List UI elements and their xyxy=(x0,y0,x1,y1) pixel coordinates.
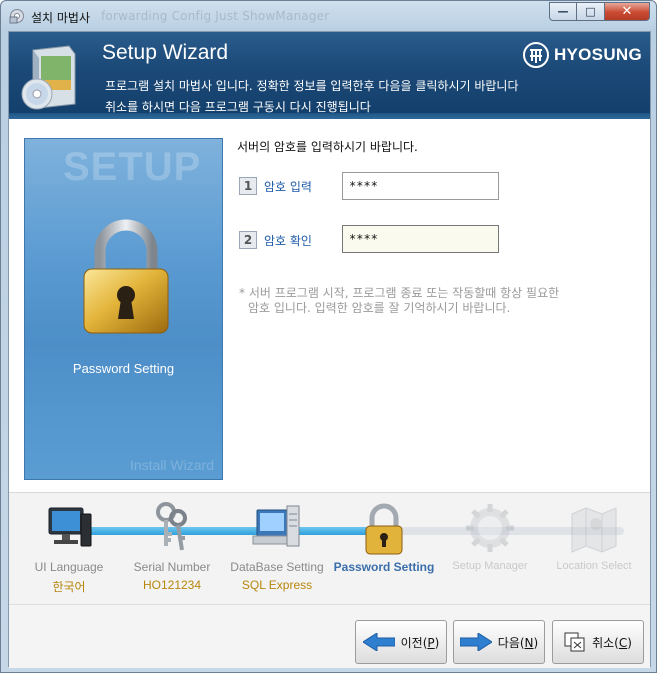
background-window-title: forwarding Config Just ShowManager xyxy=(101,9,330,23)
app-icon xyxy=(9,9,24,24)
password-confirm-label: 암호 확인 xyxy=(264,233,312,248)
installer-window: 설치 마법사 forwarding Config Just ShowManage… xyxy=(0,0,657,673)
note-line-2: 암호 입니다. 입력한 암호를 잘 기억하시기 바랍니다. xyxy=(248,301,511,315)
password-confirm-row: 2 암호 확인 xyxy=(239,231,344,249)
header-title: Setup Wizard xyxy=(102,41,229,64)
step-location-select: Location Select xyxy=(539,500,649,576)
step-name: UI Language xyxy=(34,560,104,574)
window-controls: — □ ✕ xyxy=(549,2,650,21)
note-line-1: * 서버 프로그램 시작, 프로그램 종료 또는 작동할때 항상 필요한 xyxy=(239,286,560,300)
setup-watermark: SETUP xyxy=(63,145,202,189)
wizard-client: Setup Wizard 프로그램 설치 마법사 입니다. 정확한 정보를 입력… xyxy=(8,31,651,668)
step-database-setting: DataBase Setting SQL Express xyxy=(222,500,332,592)
step-name: Serial Number xyxy=(133,560,211,574)
hyosung-logo-icon xyxy=(522,42,549,68)
maximize-icon: □ xyxy=(585,5,596,18)
map-icon xyxy=(571,507,617,553)
field-number: 1 xyxy=(239,177,257,195)
software-box-icon xyxy=(21,45,76,110)
cancel-button[interactable]: 취소(C) xyxy=(552,620,644,664)
step-name: DataBase Setting xyxy=(230,560,324,574)
title-bar[interactable]: 설치 마법사 forwarding Config Just ShowManage… xyxy=(1,1,656,31)
install-wizard-watermark: Install Wizard xyxy=(129,457,214,473)
step-password-setting: Password Setting xyxy=(329,500,439,578)
gear-globe-icon xyxy=(466,504,514,552)
step-setup-manager: Setup Manager xyxy=(435,500,545,576)
header-cancel-note: 취소를 하시면 다음 프로그램 구동시 다시 진행됩니다 xyxy=(105,100,371,114)
setup-panel: SETUP Password Setting Install Wizard xyxy=(24,138,223,480)
cancel-label: 취소(C) xyxy=(592,635,632,650)
arrow-right-icon xyxy=(459,633,492,651)
password-row: 1 암호 입력 xyxy=(239,177,344,195)
step-value: 한국어 xyxy=(52,580,86,594)
password-note: * 서버 프로그램 시작, 프로그램 종료 또는 작동할때 항상 필요한 암호 … xyxy=(239,286,599,316)
field-number: 2 xyxy=(239,231,257,249)
prev-button[interactable]: 이전(P) xyxy=(355,620,447,664)
password-label: 암호 입력 xyxy=(264,179,312,194)
password-confirm-input[interactable] xyxy=(342,225,499,253)
header-instructions: 프로그램 설치 마법사 입니다. 정확한 정보를 입력한후 다음을 클릭하시기 … xyxy=(105,79,519,93)
maximize-button[interactable]: □ xyxy=(576,2,604,21)
minimize-button[interactable]: — xyxy=(549,2,576,21)
step-serial-number: Serial Number HO121234 xyxy=(117,500,227,592)
step-value: SQL Express xyxy=(241,578,313,592)
close-icon: ✕ xyxy=(621,4,633,19)
prev-label: 이전(P) xyxy=(400,635,440,650)
minimize-icon: — xyxy=(557,5,569,18)
password-input[interactable] xyxy=(342,172,499,200)
step-ui-language: UI Language 한국어 xyxy=(14,500,124,595)
panel-step-label: Password Setting xyxy=(72,361,175,376)
wizard-header: Setup Wizard 프로그램 설치 마법사 입니다. 정확한 정보를 입력… xyxy=(9,32,650,119)
window-title: 설치 마법사 xyxy=(31,11,91,25)
server-icon xyxy=(252,505,300,547)
button-bar: 이전(P) 다음(N) 취소(C) xyxy=(9,604,650,668)
close-button[interactable]: ✕ xyxy=(604,2,650,21)
step-value: HO121234 xyxy=(142,578,202,592)
hyosung-logo: HYOSUNG xyxy=(522,42,642,68)
next-button[interactable]: 다음(N) xyxy=(453,620,545,664)
cancel-icon xyxy=(564,632,585,652)
next-label: 다음(N) xyxy=(497,635,539,650)
padlock-icon xyxy=(365,503,403,555)
monitor-icon xyxy=(48,507,92,547)
step-name: Password Setting xyxy=(333,560,435,574)
step-name: Setup Manager xyxy=(452,560,528,572)
password-prompt: 서버의 암호를 입력하시기 바랍니다. xyxy=(237,140,418,154)
keys-icon xyxy=(156,502,187,551)
padlock-icon xyxy=(83,219,169,334)
logo-text: HYOSUNG xyxy=(553,45,642,64)
arrow-left-icon xyxy=(362,633,395,651)
step-name: Location Select xyxy=(556,560,632,572)
